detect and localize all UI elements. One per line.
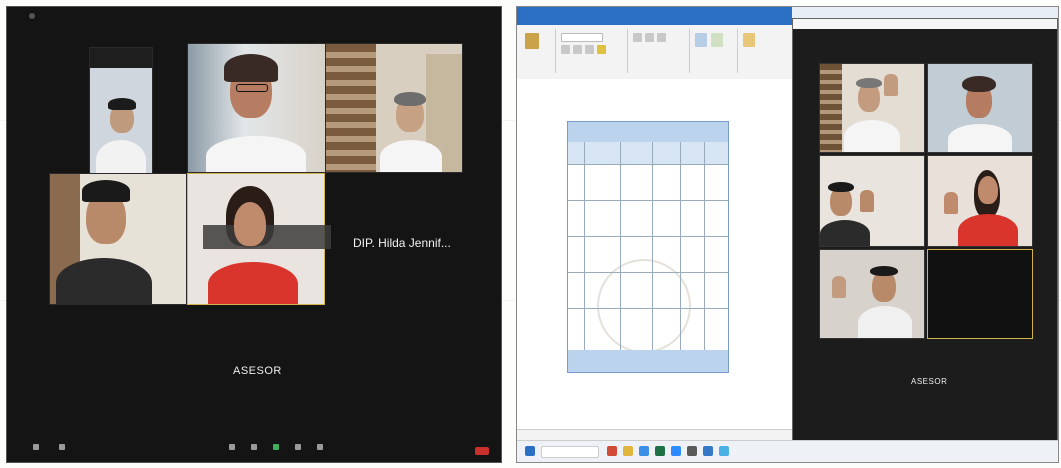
table-total-row: [568, 350, 728, 372]
raised-hand: [860, 190, 874, 212]
caption-overlay: [203, 225, 331, 249]
end-meeting-button[interactable]: [475, 447, 489, 455]
video-tile[interactable]: [325, 43, 463, 173]
paste-icon[interactable]: [525, 33, 539, 49]
editing-group: [739, 29, 789, 73]
font-group: [557, 29, 628, 73]
table-row: [568, 236, 728, 273]
taskbar-clock[interactable]: [1035, 446, 1053, 456]
underline-icon[interactable]: [585, 45, 594, 54]
taskbar-app-icon[interactable]: [623, 446, 633, 456]
video-tile[interactable]: [819, 155, 925, 247]
system-tray[interactable]: [997, 446, 1031, 456]
reactions-icon: [317, 444, 323, 450]
taskbar-app-icon[interactable]: [607, 446, 617, 456]
video-tile[interactable]: [819, 249, 925, 339]
chat-button[interactable]: [243, 444, 265, 452]
video-tile[interactable]: [49, 173, 187, 305]
ribbon-tab-bar: [517, 7, 792, 25]
raised-hand: [944, 192, 958, 214]
windows-taskbar: [517, 440, 1058, 462]
align-left-icon[interactable]: [633, 33, 642, 42]
spreadsheet-area[interactable]: [517, 89, 792, 429]
record-icon: [295, 444, 301, 450]
meeting-info-icon[interactable]: [29, 13, 35, 19]
format-as-table-icon[interactable]: [695, 33, 707, 47]
video-tile-active-speaker[interactable]: [927, 249, 1033, 339]
clipboard-group: [521, 29, 556, 73]
video-tile[interactable]: [89, 47, 153, 179]
spreadsheet-ribbon: [517, 7, 792, 79]
table-row: [568, 272, 728, 309]
video-tile[interactable]: [927, 63, 1033, 153]
reactions-button[interactable]: [309, 444, 331, 452]
table-row: [568, 200, 728, 237]
highlight-icon[interactable]: [597, 45, 606, 54]
sort-filter-icon[interactable]: [743, 33, 755, 47]
raised-hand: [832, 276, 846, 298]
font-name-select[interactable]: [561, 33, 603, 42]
align-right-icon[interactable]: [657, 33, 666, 42]
camera-icon: [59, 444, 65, 450]
participants-button[interactable]: [221, 444, 243, 452]
table-title: [568, 122, 728, 142]
advisor-label: ASESOR: [911, 377, 948, 386]
desktop-screenshot-right: ASESOR: [516, 6, 1059, 463]
video-tile[interactable]: [187, 43, 329, 173]
styles-group: [691, 29, 738, 73]
participants-icon: [229, 444, 235, 450]
share-screen-button[interactable]: [265, 444, 287, 452]
share-screen-icon: [273, 444, 279, 450]
zoom-title-bar: [793, 19, 1057, 29]
document-table: [567, 121, 729, 373]
video-tile[interactable]: [819, 63, 925, 153]
taskbar-search-box[interactable]: [541, 446, 599, 458]
participant-name-camera-off: DIP. Hilda Jennif...: [353, 236, 451, 250]
microphone-icon: [33, 444, 39, 450]
taskbar-app-icon[interactable]: [687, 446, 697, 456]
cell-styles-icon[interactable]: [711, 33, 723, 47]
meeting-top-bar: [7, 7, 501, 27]
table-row: [568, 164, 728, 201]
video-button[interactable]: [51, 444, 73, 452]
chat-icon: [251, 444, 257, 450]
taskbar-app-icon[interactable]: [639, 446, 649, 456]
mute-button[interactable]: [25, 444, 47, 452]
taskbar-app-icon[interactable]: [703, 446, 713, 456]
zoom-meeting-window-right: ASESOR: [792, 18, 1058, 445]
zoom-meeting-window-left: DIP. Hilda Jennif... ASESOR: [6, 6, 502, 463]
record-button[interactable]: [287, 444, 309, 452]
video-tile[interactable]: [927, 155, 1033, 247]
excel-taskbar-icon[interactable]: [655, 446, 665, 456]
start-icon[interactable]: [525, 446, 535, 456]
table-row: [568, 308, 728, 349]
alignment-group: [629, 29, 690, 73]
meeting-controls-bar: [7, 440, 501, 462]
taskbar-app-icon[interactable]: [719, 446, 729, 456]
zoom-taskbar-icon[interactable]: [671, 446, 681, 456]
italic-icon[interactable]: [573, 45, 582, 54]
bold-icon[interactable]: [561, 45, 570, 54]
align-center-icon[interactable]: [645, 33, 654, 42]
advisor-label: ASESOR: [233, 365, 282, 377]
raised-hand: [884, 74, 898, 96]
